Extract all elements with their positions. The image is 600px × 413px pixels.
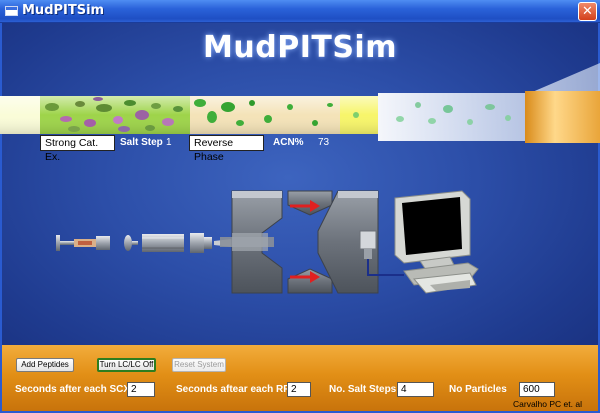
close-icon: ✕: [582, 4, 593, 19]
scx-label: Strong Cat. Ex.: [40, 135, 115, 163]
rp-seconds-label: Seconds aftear each RP: [176, 384, 290, 395]
salt-steps-label: No. Salt Steps: [329, 384, 397, 395]
turn-lclc-button[interactable]: Turn LC/LC Off: [97, 358, 156, 372]
title-bar: MudPITSim ✕: [0, 0, 600, 23]
salt-step-value: 1: [166, 137, 172, 148]
control-panel: [2, 345, 598, 411]
particles-input[interactable]: 600: [519, 382, 555, 397]
window-title: MudPITSim: [22, 3, 105, 18]
mass-spectrometer-icon: [220, 190, 404, 294]
rp-seconds-input[interactable]: 2: [287, 382, 311, 397]
app-logo: MudPITSim: [203, 30, 397, 65]
reset-system-button[interactable]: Reset System: [172, 358, 226, 372]
computer-icon: [394, 190, 479, 294]
electrospray-assembly: [56, 233, 232, 253]
column-illustration: [0, 63, 600, 294]
rp-label: Reverse Phase: [189, 135, 264, 163]
particles-label: No Particles: [449, 384, 507, 395]
acn-label: ACN%: [273, 137, 304, 148]
salt-steps-input[interactable]: 4: [397, 382, 434, 397]
window-icon: [5, 6, 18, 16]
scx-seconds-label: Seconds after each SCX: [15, 384, 131, 395]
salt-step-label: Salt Step: [120, 137, 163, 148]
add-peptides-button[interactable]: Add Peptides: [16, 358, 74, 372]
credit-text: Carvalho PC et. al: [513, 399, 582, 409]
acn-value: 73: [318, 137, 330, 148]
column-outlet: [525, 91, 600, 143]
close-button[interactable]: ✕: [578, 2, 597, 21]
scx-seconds-input[interactable]: 2: [127, 382, 155, 397]
